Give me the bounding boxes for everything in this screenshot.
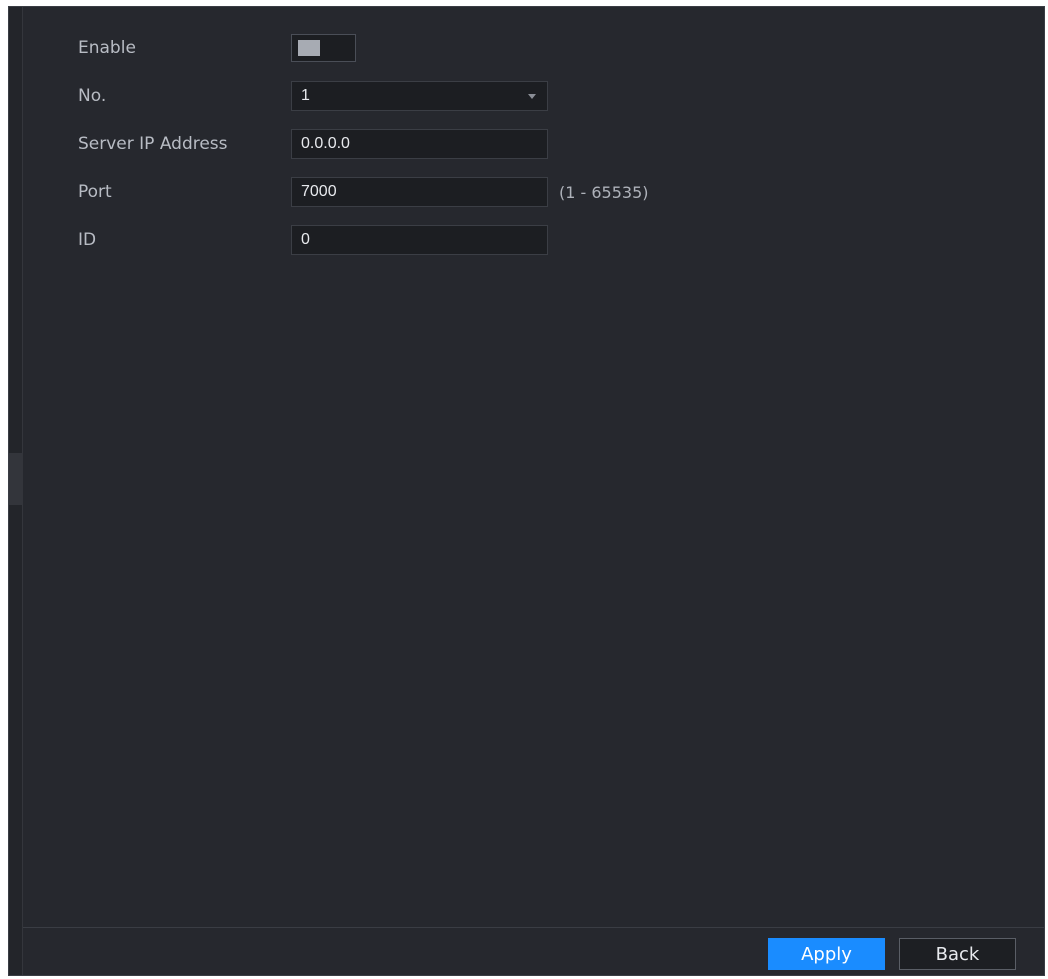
back-button[interactable]: Back [899, 938, 1016, 970]
id-input[interactable]: 0 [291, 225, 548, 255]
port-range-hint: (1 - 65535) [559, 182, 649, 202]
server-ip-input[interactable]: 0.0.0.0 [291, 129, 548, 159]
number-select-value: 1 [301, 87, 310, 104]
settings-panel: Enable No. 1 Server IP Address 0.0.0.0 P… [8, 6, 1045, 976]
enable-row: Enable [78, 32, 356, 64]
number-label: No. [78, 86, 107, 106]
enable-label: Enable [78, 38, 136, 58]
port-label: Port [78, 182, 112, 202]
chevron-down-icon [528, 93, 536, 99]
server-ip-label: Server IP Address [78, 134, 228, 154]
port-value: 7000 [301, 183, 337, 200]
left-edge-bar [9, 7, 23, 975]
server-ip-value: 0.0.0.0 [301, 135, 350, 152]
side-collapse-handle[interactable] [9, 453, 23, 505]
id-value: 0 [301, 231, 310, 248]
toggle-knob [298, 40, 320, 56]
footer-bar: Apply Back [23, 927, 1044, 975]
apply-button[interactable]: Apply [768, 938, 885, 970]
port-input[interactable]: 7000 [291, 177, 548, 207]
enable-toggle[interactable] [291, 34, 356, 62]
number-select[interactable]: 1 [291, 81, 548, 111]
id-label: ID [78, 230, 97, 250]
